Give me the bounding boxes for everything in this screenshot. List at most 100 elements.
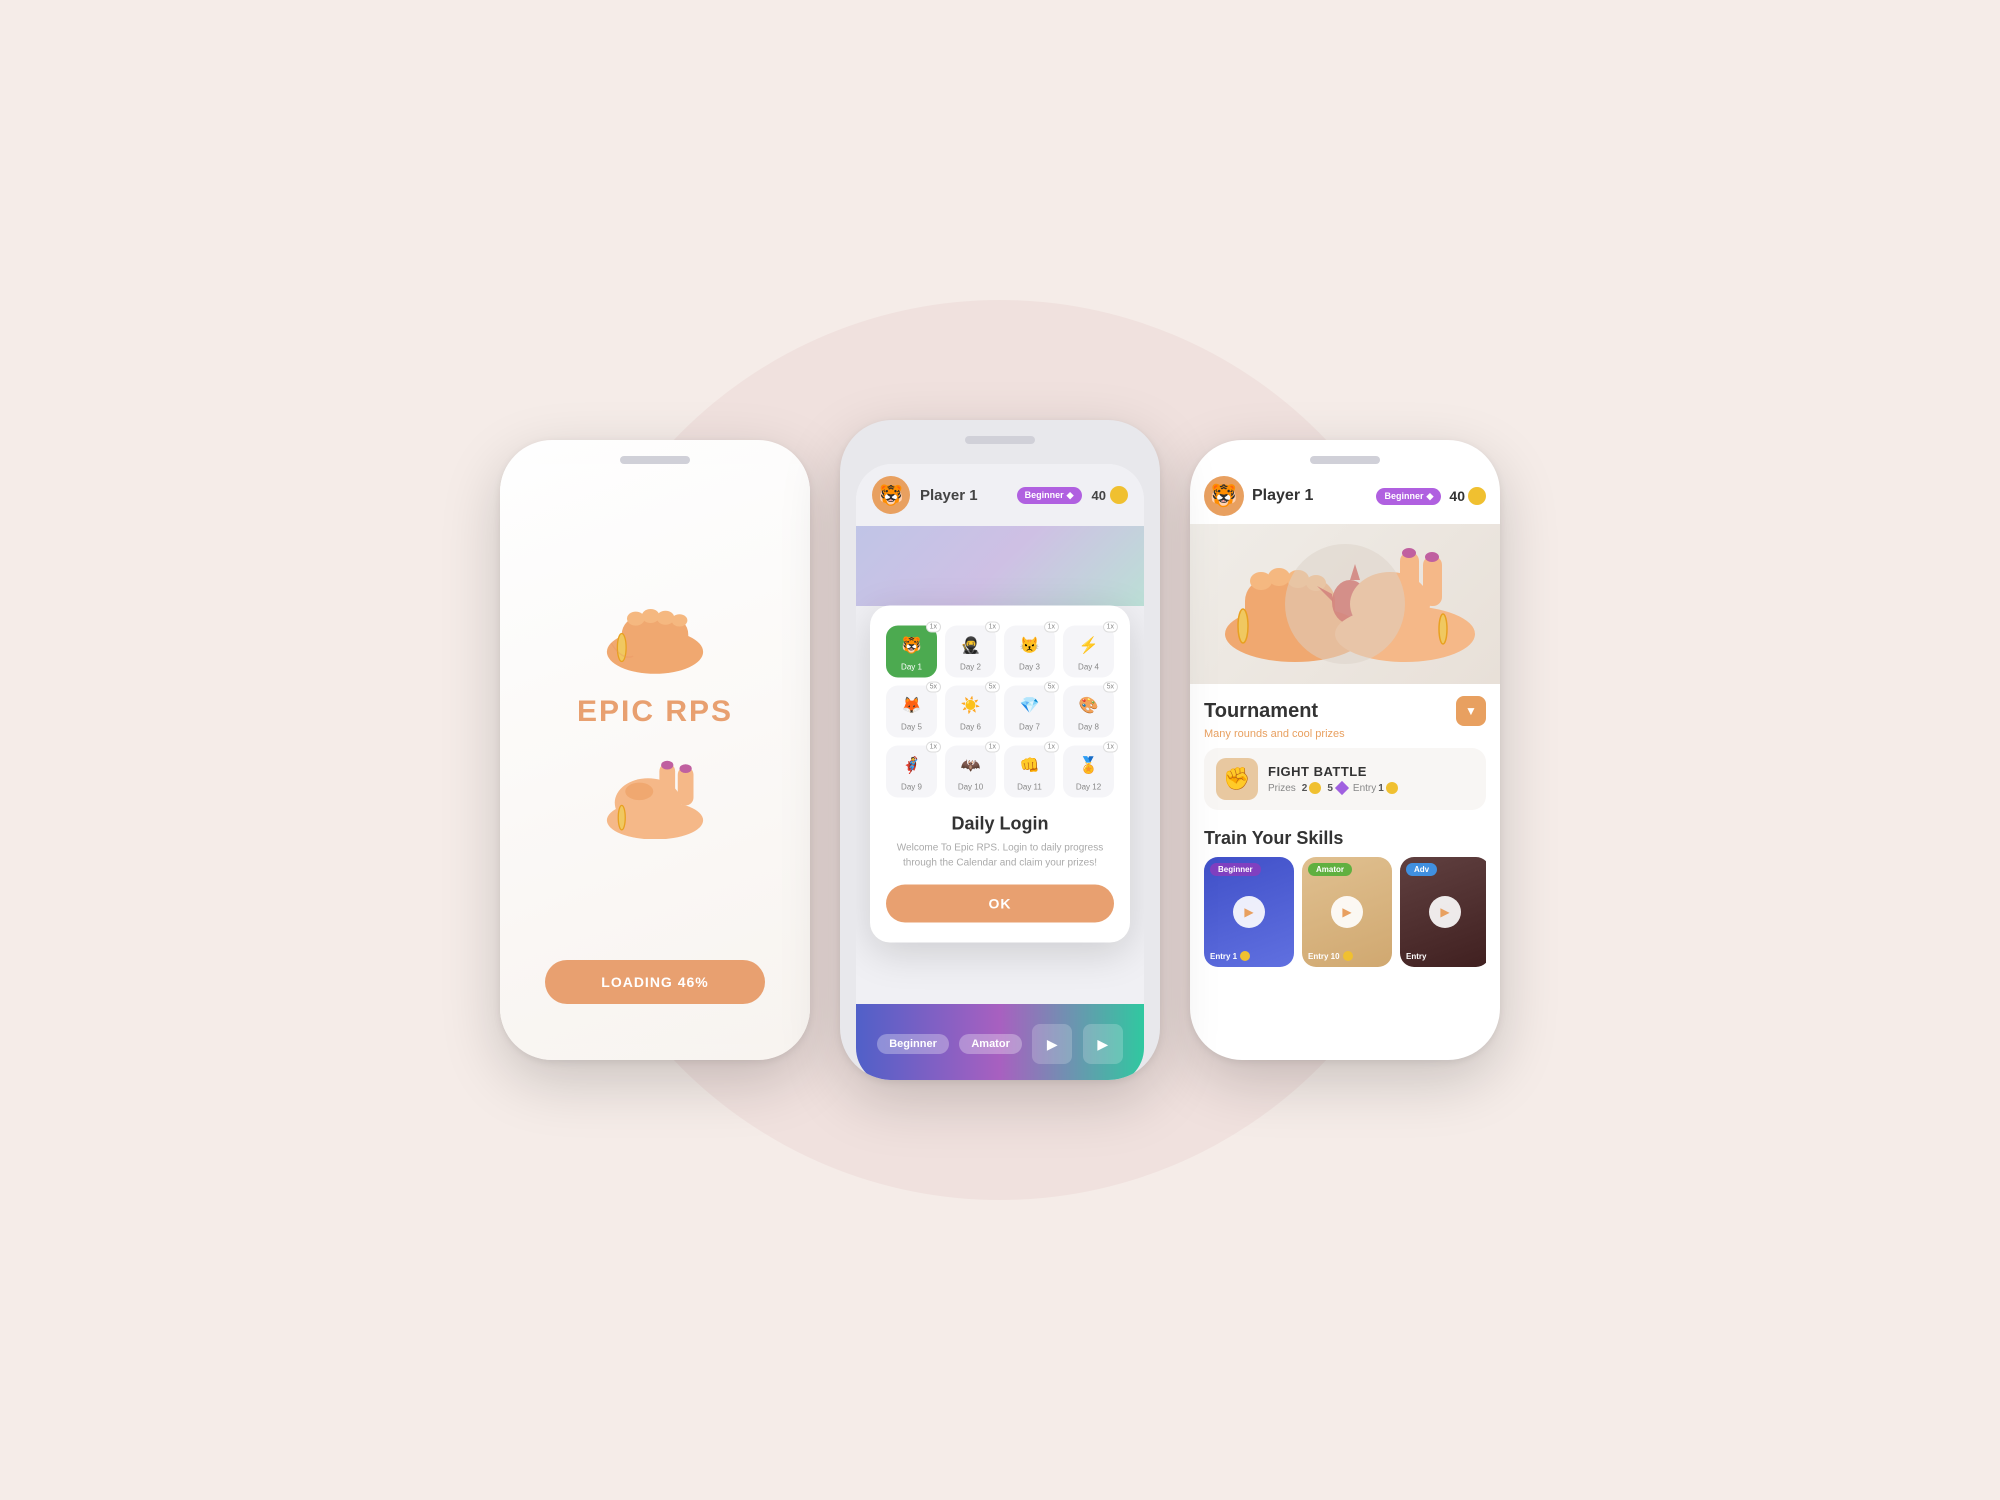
right-coin-value: 40	[1449, 488, 1465, 504]
phone-notch-center	[965, 436, 1035, 444]
day-2-icon: 🥷	[957, 632, 985, 660]
scissors-hand-icon	[585, 749, 725, 839]
day-6-item[interactable]: 5x ☀️ Day 6	[945, 686, 996, 738]
day-10-item[interactable]: 1x 🦇 Day 10	[945, 746, 996, 798]
prize-diamonds-item: 5	[1327, 783, 1347, 794]
coin-icon	[1110, 486, 1128, 504]
day-4-icon: ⚡	[1075, 632, 1103, 660]
right-avatar: 🐯	[1204, 476, 1244, 516]
day-5-item[interactable]: 5x 🦊 Day 5	[886, 686, 937, 738]
day-3-badge: 1x	[1044, 622, 1059, 633]
day-10-badge: 1x	[985, 742, 1000, 753]
ok-button[interactable]: OK	[886, 885, 1114, 923]
day-11-icon: 👊	[1016, 752, 1044, 780]
skill-badge-beginner: Beginner	[1210, 863, 1261, 876]
day-11-item[interactable]: 1x 👊 Day 11	[1004, 746, 1055, 798]
day-1-icon: 🐯	[898, 632, 926, 660]
day-4-badge: 1x	[1103, 622, 1118, 633]
day-9-label: Day 9	[901, 783, 922, 792]
day-8-icon: 🎨	[1075, 692, 1103, 720]
tournament-title: Tournament	[1204, 700, 1318, 723]
day-3-label: Day 3	[1019, 663, 1040, 672]
entry-coin-1	[1240, 951, 1250, 961]
fight-icon: ✊	[1216, 758, 1258, 800]
day-6-label: Day 6	[960, 723, 981, 732]
skill-play-adv[interactable]: ▶	[1429, 896, 1461, 928]
day-2-label: Day 2	[960, 663, 981, 672]
entry-item: Entry 1	[1353, 782, 1398, 794]
prize-coin-icon	[1309, 782, 1321, 794]
center-bottom-strip: Beginner Amator ▶ ▶	[856, 1004, 1144, 1080]
day-12-item[interactable]: 1x 🏅 Day 12	[1063, 746, 1114, 798]
loading-bar: LOADING 46%	[545, 960, 765, 1004]
fight-title: FIGHT BATTLE	[1268, 764, 1474, 779]
rock-hand-icon	[585, 585, 725, 675]
day-5-badge: 5x	[926, 682, 941, 693]
skill-badge-amator: Amator	[1308, 863, 1352, 876]
video-play-icon-2[interactable]: ▶	[1083, 1024, 1123, 1064]
dropdown-arrow[interactable]: ▼	[1456, 696, 1486, 726]
skill-entry-adv: Entry	[1406, 952, 1426, 961]
right-coins: 40	[1449, 487, 1486, 505]
entry-label: Entry	[1353, 783, 1376, 794]
video-play-icon[interactable]: ▶	[1032, 1024, 1072, 1064]
badge-label: Beginner	[1025, 490, 1064, 500]
game-title: EPIC RPS	[577, 695, 733, 729]
day-7-badge: 5x	[1044, 682, 1059, 693]
tournament-header: Tournament ▼	[1204, 696, 1486, 726]
day-9-item[interactable]: 1x 🦸 Day 9	[886, 746, 937, 798]
day-1-label: Day 1	[901, 663, 922, 672]
skill-play-amator[interactable]: ▶	[1331, 896, 1363, 928]
phone-notch-left	[620, 456, 690, 464]
skills-section: Train Your Skills Beginner ▶ Entry 1 Ama…	[1190, 818, 1500, 975]
day-5-label: Day 5	[901, 723, 922, 732]
day-3-item[interactable]: 1x 😾 Day 3	[1004, 626, 1055, 678]
day-7-label: Day 7	[1019, 723, 1040, 732]
prize-diamond-icon	[1335, 781, 1349, 795]
skill-entry-amator: Entry 10	[1308, 951, 1353, 961]
diamond-icon: ◆	[1067, 490, 1074, 501]
skill-card-amator[interactable]: Amator ▶ Entry 10	[1302, 857, 1392, 967]
strip-badge-beginner: Beginner	[877, 1034, 949, 1054]
day-10-label: Day 10	[958, 783, 983, 792]
tournament-section: Tournament ▼ Many rounds and cool prizes…	[1190, 684, 1500, 818]
fight-prizes: Prizes 2 5 Entry	[1268, 782, 1474, 794]
center-badge: Beginner ◆	[1017, 487, 1082, 504]
skill-card-advanced[interactable]: Adv ▶ Entry	[1400, 857, 1486, 967]
tournament-subtitle: Many rounds and cool prizes	[1204, 728, 1486, 740]
day-12-label: Day 12	[1076, 783, 1101, 792]
modal-title: Daily Login	[886, 814, 1114, 835]
day-4-item[interactable]: 1x ⚡ Day 4	[1063, 626, 1114, 678]
phone-right: 🐯 Player 1 Beginner ◆ 40	[1190, 440, 1500, 1060]
skill-badge-adv: Adv	[1406, 863, 1437, 876]
right-badge-label: Beginner	[1384, 491, 1423, 501]
daily-grid: 1x 🐯 Day 1 1x 🥷 Day 2 1x 😾 Day 3	[886, 626, 1114, 798]
day-12-badge: 1x	[1103, 742, 1118, 753]
day-10-icon: 🦇	[957, 752, 985, 780]
day-1-item[interactable]: 1x 🐯 Day 1	[886, 626, 937, 678]
phone-center: 🐯 Player 1 Beginner ◆ 40	[840, 420, 1160, 1080]
center-player-name: Player 1	[920, 487, 1007, 504]
skill-card-beginner[interactable]: Beginner ▶ Entry 1	[1204, 857, 1294, 967]
fight-card[interactable]: ✊ FIGHT BATTLE Prizes 2 5	[1204, 748, 1486, 810]
entry-cost: 1	[1378, 783, 1384, 794]
right-coin-icon	[1468, 487, 1486, 505]
day-2-item[interactable]: 1x 🥷 Day 2	[945, 626, 996, 678]
modal-description: Welcome To Epic RPS. Login to daily prog…	[886, 841, 1114, 871]
left-screen: EPIC RPS	[500, 464, 810, 1044]
daily-login-modal: 1x 🐯 Day 1 1x 🥷 Day 2 1x 😾 Day 3	[870, 606, 1130, 943]
phones-container: EPIC RPS	[500, 420, 1500, 1080]
loading-label: LOADING 46%	[601, 974, 708, 990]
entry-coin-icon	[1386, 782, 1398, 794]
phone-notch-right	[1310, 456, 1380, 464]
day-8-label: Day 8	[1078, 723, 1099, 732]
day-5-icon: 🦊	[898, 692, 926, 720]
skills-cards: Beginner ▶ Entry 1 Amator ▶ Entry 10	[1204, 857, 1486, 967]
skill-play-beginner[interactable]: ▶	[1233, 896, 1265, 928]
day-8-item[interactable]: 5x 🎨 Day 8	[1063, 686, 1114, 738]
phone-left: EPIC RPS	[500, 440, 810, 1060]
day-7-item[interactable]: 5x 💎 Day 7	[1004, 686, 1055, 738]
right-player-name: Player 1	[1252, 487, 1368, 505]
center-screen: 🐯 Player 1 Beginner ◆ 40	[856, 464, 1144, 1080]
strip-badge-amator: Amator	[959, 1034, 1022, 1054]
